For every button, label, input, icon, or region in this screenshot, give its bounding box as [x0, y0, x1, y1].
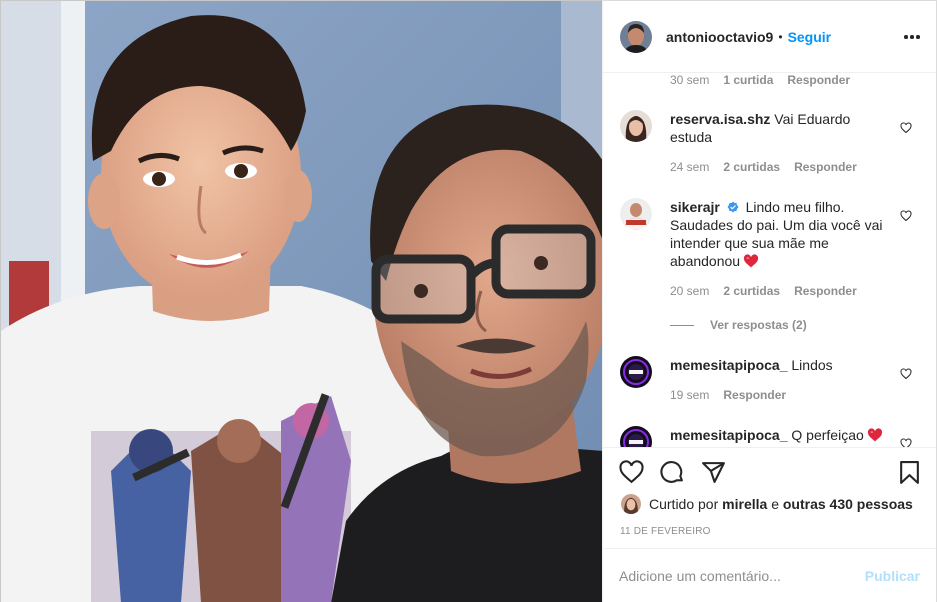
heart-icon[interactable]: [619, 460, 644, 485]
liked-by-and: e: [771, 496, 779, 512]
comment-username[interactable]: sikerajr: [670, 199, 720, 215]
reply-button[interactable]: Responder: [723, 386, 786, 404]
red-heart-emoji-icon: [867, 428, 882, 442]
comment-text: Lindos: [791, 357, 833, 373]
reply-button[interactable]: Responder: [794, 158, 857, 176]
comment-meta: 30 sem 1 curtida Responder: [670, 73, 850, 87]
liked-by-user[interactable]: mirella: [722, 496, 767, 512]
author-username[interactable]: antoniooctavio9: [666, 29, 773, 45]
post-actions: Curtido por mirella e outras 430 pessoas…: [603, 447, 936, 548]
comment-input[interactable]: [619, 568, 865, 584]
liked-by-summary[interactable]: Curtido por mirella e outras 430 pessoas: [621, 494, 913, 514]
comment-item: reserva.isa.shz Vai Eduardo estuda 24 se…: [620, 110, 920, 176]
comment-icon[interactable]: [660, 460, 685, 485]
comment-like-heart-icon[interactable]: [900, 438, 912, 447]
post-photo[interactable]: [0, 0, 602, 602]
commenter-avatar[interactable]: [620, 198, 652, 230]
comment-time: 30 sem: [670, 73, 710, 87]
post-date[interactable]: 11 DE FEVEREIRO: [620, 526, 711, 537]
comment-meta: 20 sem 2 curtidas Responder: [670, 282, 890, 300]
commenter-avatar[interactable]: [620, 356, 652, 388]
view-replies-label: Ver respostas (2): [710, 318, 807, 332]
comment-body: reserva.isa.shz Vai Eduardo estuda 24 se…: [670, 110, 890, 176]
liker-avatar: [621, 494, 641, 514]
comment-likes[interactable]: 2 curtidas: [723, 158, 780, 176]
comment-time: 20 sem: [670, 284, 710, 298]
comment-meta: 19 sem Responder: [670, 386, 890, 404]
comment-body: sikerajr Lindo meu filho. Saudades do pa…: [670, 198, 890, 300]
comment-like-heart-icon[interactable]: [900, 122, 912, 134]
commenter-avatar[interactable]: [620, 110, 652, 142]
selfie-image: [1, 1, 602, 602]
comment-like-heart-icon[interactable]: [900, 210, 912, 222]
bookmark-icon[interactable]: [897, 460, 922, 485]
liked-by-others[interactable]: outras 430 pessoas: [783, 496, 913, 512]
liked-by-prefix: Curtido por: [649, 496, 719, 512]
post-header: antoniooctavio9 • Seguir: [603, 1, 936, 73]
comment-username[interactable]: memesitapipoca_: [670, 427, 788, 443]
replies-divider-line: [670, 324, 694, 326]
reply-button[interactable]: Responder: [794, 282, 857, 300]
red-heart-emoji-icon: [743, 254, 759, 268]
action-icons-row: [619, 460, 726, 485]
view-replies-button[interactable]: Ver respostas (2): [670, 318, 807, 332]
comment-username[interactable]: memesitapipoca_: [670, 357, 788, 373]
follow-button[interactable]: Seguir: [788, 29, 832, 45]
comment-likes[interactable]: 1 curtida: [723, 73, 773, 87]
more-options-icon[interactable]: [904, 29, 920, 45]
publish-button[interactable]: Publicar: [865, 568, 920, 584]
comment-time: 24 sem: [670, 160, 710, 174]
commenter-avatar[interactable]: [620, 426, 652, 447]
comments-list[interactable]: 30 sem 1 curtida Responder reserva.isa.s…: [603, 73, 936, 447]
comment-body: memesitapipoca_ Lindos 19 sem Responder: [670, 356, 890, 404]
comment-time: 19 sem: [670, 388, 710, 402]
verified-badge-icon: [727, 201, 739, 213]
comment-like-heart-icon[interactable]: [900, 368, 912, 380]
comment-username[interactable]: reserva.isa.shz: [670, 111, 770, 127]
author-avatar[interactable]: [620, 20, 652, 53]
share-icon[interactable]: [701, 460, 726, 485]
comment-item: memesitapipoca_ Lindos 19 sem Responder: [620, 356, 920, 404]
header-separator: •: [778, 29, 783, 44]
comment-item: sikerajr Lindo meu filho. Saudades do pa…: [620, 198, 920, 300]
comment-item: memesitapipoca_ Q perfeiçao: [620, 426, 920, 447]
comment-body: memesitapipoca_ Q perfeiçao: [670, 426, 890, 447]
reply-button[interactable]: Responder: [787, 73, 850, 87]
post-side-panel: antoniooctavio9 • Seguir 30 sem 1 curtid…: [602, 0, 937, 602]
comment-meta: 24 sem 2 curtidas Responder: [670, 158, 890, 176]
add-comment-bar: Publicar: [603, 548, 936, 602]
comment-likes[interactable]: 2 curtidas: [723, 282, 780, 300]
comment-text: Q perfeiçao: [791, 427, 864, 443]
